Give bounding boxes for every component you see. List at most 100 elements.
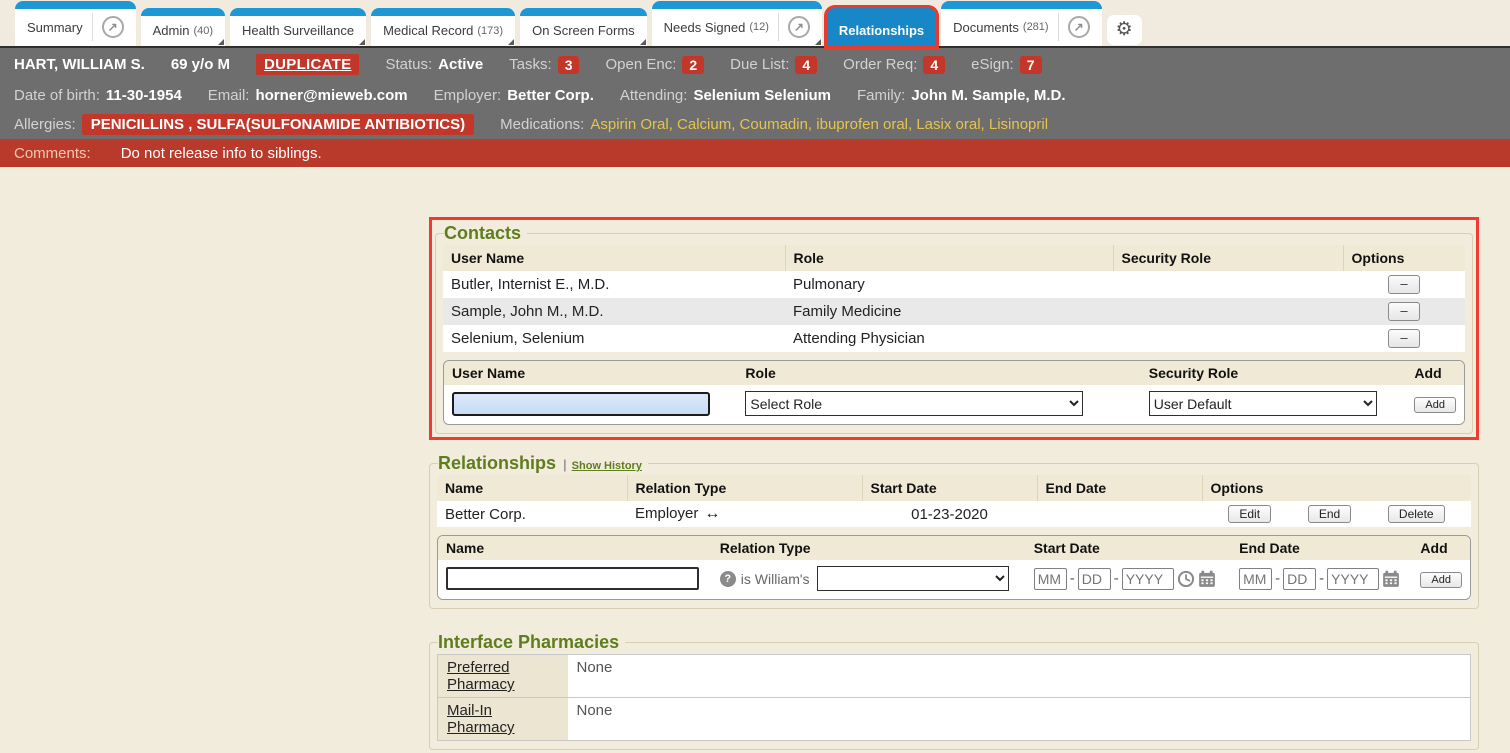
- legend-divider: |: [563, 457, 567, 472]
- mail-in-pharmacy-link[interactable]: Mail-In Pharmacy: [447, 702, 515, 736]
- remove-contact-button[interactable]: –: [1388, 329, 1419, 348]
- tab-count: (281): [1023, 21, 1049, 33]
- contacts-section-title: Contacts: [444, 223, 521, 244]
- rel-col-end-date: End Date: [1037, 475, 1202, 501]
- tab-divider: [778, 13, 779, 41]
- pharmacies-section-title: Interface Pharmacies: [438, 632, 619, 653]
- tab-count: (40): [193, 25, 213, 37]
- relationship-start-date: 01-23-2020: [862, 501, 1037, 527]
- due-list-count-badge[interactable]: 4: [795, 56, 817, 74]
- relationship-name: Better Corp.: [437, 501, 627, 527]
- open-enc-count-badge[interactable]: 2: [682, 56, 704, 74]
- contacts-col-security-role: Security Role: [1113, 245, 1343, 271]
- start-date-year-input[interactable]: [1122, 568, 1174, 590]
- comments-label: Comments:: [14, 145, 91, 162]
- menu-corner-icon: [640, 39, 646, 45]
- user-name-input[interactable]: [452, 392, 710, 416]
- tab-on-screen-forms[interactable]: On Screen Forms: [520, 8, 647, 46]
- delete-relationship-button[interactable]: Delete: [1388, 505, 1445, 523]
- patient-summary-row: HART, WILLIAM S. 69 y/o M DUPLICATE Stat…: [0, 48, 1510, 81]
- help-icon[interactable]: ?: [720, 571, 736, 587]
- open-new-window-icon[interactable]: ↗: [788, 16, 810, 38]
- end-relationship-button[interactable]: End: [1308, 505, 1351, 523]
- duplicate-badge[interactable]: DUPLICATE: [256, 54, 359, 75]
- tab-label: Relationships: [839, 23, 924, 38]
- tasks-count-badge[interactable]: 3: [558, 56, 580, 74]
- esign-label: eSign:: [971, 56, 1014, 73]
- rel-col-name: Name: [437, 475, 627, 501]
- relationships-section-title: Relationships: [438, 453, 556, 474]
- tab-needs-signed[interactable]: Needs Signed (12) ↗: [652, 1, 822, 46]
- patient-age-sex: 69 y/o M: [171, 56, 230, 73]
- contact-role: Attending Physician: [785, 325, 1113, 352]
- table-row: Sample, John M., M.D. Family Medicine –: [443, 298, 1465, 325]
- add-contact-col-role: Role: [737, 361, 1140, 385]
- esign-count-badge[interactable]: 7: [1020, 56, 1042, 74]
- clock-icon[interactable]: [1177, 570, 1195, 588]
- open-new-window-icon[interactable]: ↗: [102, 16, 124, 38]
- attending-label: Attending:: [620, 87, 688, 104]
- role-select[interactable]: Select Role: [745, 391, 1083, 416]
- end-date-day-input[interactable]: [1283, 568, 1316, 590]
- tab-admin[interactable]: Admin (40): [141, 8, 225, 46]
- status-value: Active: [438, 56, 483, 73]
- preferred-pharmacy-link[interactable]: Preferred Pharmacy: [447, 659, 515, 693]
- order-req-count-badge[interactable]: 4: [923, 56, 945, 74]
- open-new-window-icon[interactable]: ↗: [1068, 16, 1090, 38]
- remove-contact-button[interactable]: –: [1388, 302, 1419, 321]
- add-contact-button[interactable]: Add: [1414, 397, 1456, 413]
- start-date-day-input[interactable]: [1078, 568, 1111, 590]
- calendar-icon[interactable]: [1198, 570, 1216, 588]
- contacts-section: Contacts User Name Role Security Role Op…: [435, 223, 1473, 434]
- comments-bar: Comments: Do not release info to sibling…: [0, 139, 1510, 167]
- tab-settings[interactable]: ⚙: [1107, 15, 1142, 45]
- tab-divider: [92, 13, 93, 41]
- show-history-link[interactable]: Show History: [572, 460, 642, 472]
- calendar-icon[interactable]: [1382, 570, 1400, 588]
- settings-gear-icon: ⚙: [1116, 20, 1133, 39]
- add-relationship-form: Name Relation Type Start Date End Date A…: [437, 535, 1471, 600]
- tab-relationships[interactable]: Relationships: [827, 8, 936, 46]
- end-date-year-input[interactable]: [1327, 568, 1379, 590]
- tab-documents[interactable]: Documents (281) ↗: [941, 1, 1101, 46]
- edit-relationship-button[interactable]: Edit: [1228, 505, 1271, 523]
- mail-in-pharmacy-value: None: [568, 698, 1471, 741]
- remove-contact-button[interactable]: –: [1388, 275, 1419, 294]
- comments-value: Do not release info to siblings.: [121, 145, 322, 162]
- patient-masthead: HART, WILLIAM S. 69 y/o M DUPLICATE Stat…: [0, 46, 1510, 139]
- end-date-month-input[interactable]: [1239, 568, 1272, 590]
- tab-label: Documents: [953, 20, 1019, 35]
- tab-summary[interactable]: Summary ↗: [15, 1, 136, 46]
- relationships-page-content: Contacts User Name Role Security Role Op…: [429, 217, 1479, 753]
- due-list-label: Due List:: [730, 56, 789, 73]
- tab-health-surveillance[interactable]: Health Surveillance: [230, 8, 366, 46]
- allergies-label: Allergies:: [14, 116, 76, 133]
- tab-label: On Screen Forms: [532, 23, 635, 38]
- tab-count: (12): [749, 21, 769, 33]
- employer-label: Employer:: [434, 87, 502, 104]
- add-rel-col-add: Add: [1412, 536, 1470, 560]
- date-separator: -: [1275, 570, 1280, 587]
- relation-type-select[interactable]: [817, 566, 1009, 591]
- tab-label: Admin: [153, 23, 190, 38]
- relationship-name-input[interactable]: [446, 567, 699, 590]
- contact-user-name: Sample, John M., M.D.: [443, 298, 785, 325]
- contact-security-role: [1113, 325, 1343, 352]
- allergies-badge[interactable]: PENICILLINS , SULFA(SULFONAMIDE ANTIBIOT…: [82, 114, 474, 135]
- open-enc-label: Open Enc:: [605, 56, 676, 73]
- start-date-month-input[interactable]: [1034, 568, 1067, 590]
- contacts-table: User Name Role Security Role Options But…: [443, 245, 1465, 352]
- date-separator: -: [1070, 570, 1075, 587]
- patient-name: HART, WILLIAM S.: [14, 56, 145, 73]
- tab-label: Medical Record: [383, 23, 473, 38]
- table-row: Butler, Internist E., M.D. Pulmonary –: [443, 271, 1465, 298]
- contacts-col-role: Role: [785, 245, 1113, 271]
- add-relationship-button[interactable]: Add: [1420, 572, 1462, 588]
- security-role-select[interactable]: User Default: [1149, 391, 1377, 416]
- menu-corner-icon: [815, 39, 821, 45]
- medications-list[interactable]: Aspirin Oral, Calcium, Coumadin, ibuprof…: [590, 116, 1048, 133]
- tab-medical-record[interactable]: Medical Record (173): [371, 8, 515, 46]
- contacts-highlight-box: Contacts User Name Role Security Role Op…: [429, 217, 1479, 440]
- menu-corner-icon: [218, 39, 224, 45]
- tab-label: Health Surveillance: [242, 23, 354, 38]
